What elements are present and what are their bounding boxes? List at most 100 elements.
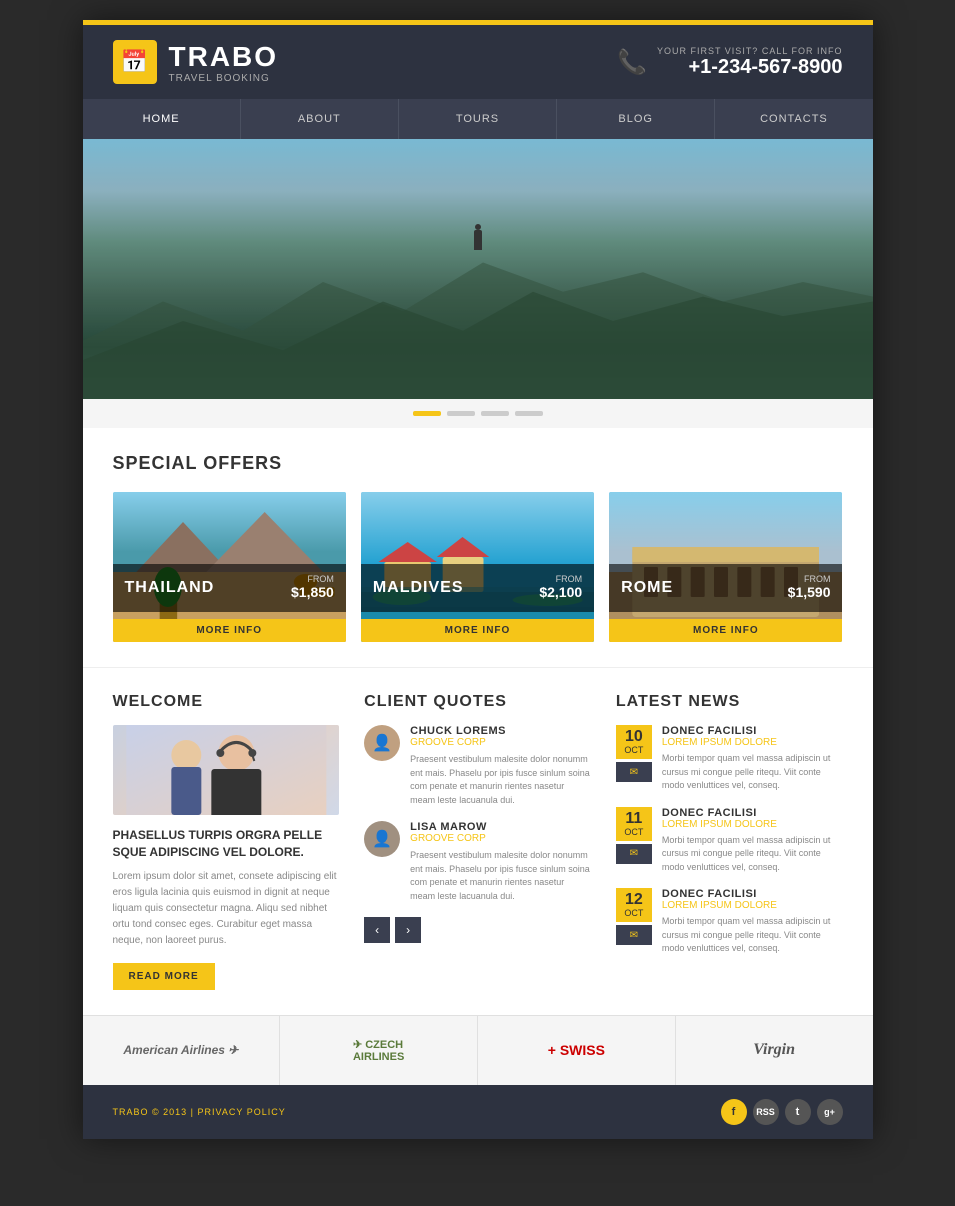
offer-price-val-maldives: $2,100 — [539, 584, 582, 600]
special-offers-section: SPECIAL OFFERS — [83, 428, 873, 667]
site-footer: TRABO © 2013 | PRIVACY POLICY f RSS t g+ — [83, 1085, 873, 1139]
site-name: TRABO — [169, 41, 279, 73]
partner-czech-airlines: ✈ CZECHAIRLINES — [280, 1016, 478, 1085]
quotes-col: CLIENT QUOTES 👤 CHUCK LOREMS GROOVE CORP… — [364, 693, 591, 990]
nav-home[interactable]: HOME — [83, 99, 241, 139]
social-facebook-button[interactable]: f — [721, 1099, 747, 1125]
social-twitter-button[interactable]: t — [785, 1099, 811, 1125]
dot-4[interactable] — [515, 411, 543, 416]
dot-1[interactable] — [413, 411, 441, 416]
quote-prev-button[interactable]: ‹ — [364, 917, 390, 943]
offer-from-maldives: FROM — [539, 574, 582, 584]
offer-btn-rome[interactable]: MORE INFO — [609, 619, 842, 642]
news-item-2: 11 OCT ✉ DONEC FACILISI LOREM IPSUM DOLO… — [616, 807, 843, 875]
nav-contacts[interactable]: CONTACTS — [715, 99, 872, 139]
site-header: 📅 TRABO TRAVEL BOOKING 📞 YOUR FIRST VISI… — [83, 25, 873, 99]
quote-avatar-1: 👤 — [364, 725, 400, 761]
offer-from-thailand: FROM — [291, 574, 334, 584]
quote-avatar-2: 👤 — [364, 821, 400, 857]
news-text-1: Morbi tempor quam vel massa adipiscin ut… — [662, 752, 843, 793]
quote-name-2: LISA MAROW — [410, 821, 591, 833]
footer-social: f RSS t g+ — [721, 1099, 843, 1125]
news-content-1: DONEC FACILISI LOREM IPSUM DOLORE Morbi … — [662, 725, 843, 793]
news-day-1: 10 — [624, 729, 644, 745]
news-title: LATEST NEWS — [616, 693, 843, 711]
phone-icon: 📞 — [617, 48, 647, 77]
social-googleplus-button[interactable]: g+ — [817, 1099, 843, 1125]
news-date-col-3: 12 OCT ✉ — [616, 888, 652, 945]
dot-2[interactable] — [447, 411, 475, 416]
offer-price-thailand: FROM $1,850 — [291, 574, 334, 602]
nav-blog[interactable]: BLOG — [557, 99, 715, 139]
quote-name-1: CHUCK LOREMS — [410, 725, 591, 737]
news-icon-1: ✉ — [616, 762, 652, 782]
welcome-subtitle: PHASELLUS TURPIS ORGRA PELLE SQUE ADIPIS… — [113, 827, 340, 861]
three-col-section: WELCOME — [83, 667, 873, 1015]
news-title-2: DONEC FACILISI — [662, 807, 843, 819]
offer-price-rome: FROM $1,590 — [788, 574, 831, 602]
quote-company-1: GROOVE CORP — [410, 737, 591, 748]
footer-copy: TRABO © 2013 | PRIVACY POLICY — [113, 1107, 286, 1117]
main-nav: HOME ABOUT TOURS BLOG CONTACTS — [83, 99, 873, 139]
news-month-2: OCT — [624, 827, 644, 837]
news-badge-1: 10 OCT — [616, 725, 652, 759]
news-icon-2: ✉ — [616, 844, 652, 864]
offer-card-maldives: MALDIVES FROM $2,100 MORE INFO — [361, 492, 594, 642]
mountain-svg — [83, 243, 873, 399]
quote-item-1: 👤 CHUCK LOREMS GROOVE CORP Praesent vest… — [364, 725, 591, 807]
news-content-3: DONEC FACILISI LOREM IPSUM DOLORE Morbi … — [662, 888, 843, 956]
nav-about[interactable]: ABOUT — [241, 99, 399, 139]
news-day-3: 12 — [624, 892, 644, 908]
logo-area: 📅 TRABO TRAVEL BOOKING — [113, 40, 279, 84]
news-day-2: 11 — [624, 811, 644, 827]
news-month-3: OCT — [624, 908, 644, 918]
offer-from-rome: FROM — [788, 574, 831, 584]
footer-copy-text: © 2013 | PRIVACY POLICY — [152, 1107, 286, 1117]
social-rss-button[interactable]: RSS — [753, 1099, 779, 1125]
partners-section: American Airlines ✈ ✈ CZECHAIRLINES + SW… — [83, 1015, 873, 1085]
offer-card-rome: ROME FROM $1,590 MORE INFO — [609, 492, 842, 642]
news-icon-3: ✉ — [616, 925, 652, 945]
welcome-title: WELCOME — [113, 693, 340, 711]
site-tagline: TRAVEL BOOKING — [169, 73, 279, 84]
news-title-1: DONEC FACILISI — [662, 725, 843, 737]
quote-company-2: GROOVE CORP — [410, 833, 591, 844]
offer-name-rome: ROME — [621, 579, 673, 597]
offer-label-rome: ROME FROM $1,590 — [609, 564, 842, 612]
read-more-button[interactable]: READ MORE — [113, 963, 215, 990]
offer-label-maldives: MALDIVES FROM $2,100 — [361, 564, 594, 612]
news-item-1: 10 OCT ✉ DONEC FACILISI LOREM IPSUM DOLO… — [616, 725, 843, 793]
offer-btn-maldives[interactable]: MORE INFO — [361, 619, 594, 642]
offer-name-maldives: MALDIVES — [373, 579, 464, 597]
footer-brand: TRABO — [113, 1107, 149, 1117]
nav-tours[interactable]: TOURS — [399, 99, 557, 139]
slider-dots — [83, 399, 873, 428]
news-date-col-2: 11 OCT ✉ — [616, 807, 652, 864]
contact-area: 📞 YOUR FIRST VISIT? CALL FOR INFO +1-234… — [617, 46, 842, 79]
news-title-3: DONEC FACILISI — [662, 888, 843, 900]
news-content-2: DONEC FACILISI LOREM IPSUM DOLORE Morbi … — [662, 807, 843, 875]
news-date-col-1: 10 OCT ✉ — [616, 725, 652, 782]
quote-next-button[interactable]: › — [395, 917, 421, 943]
news-badge-2: 11 OCT — [616, 807, 652, 841]
welcome-body: Lorem ipsum dolor sit amet, consete adip… — [113, 869, 340, 949]
news-text-2: Morbi tempor quam vel massa adipiscin ut… — [662, 834, 843, 875]
logo-text-area: TRABO TRAVEL BOOKING — [169, 41, 279, 84]
offer-btn-thailand[interactable]: MORE INFO — [113, 619, 346, 642]
welcome-col: WELCOME — [113, 693, 340, 990]
quote-navigation: ‹ › — [364, 917, 591, 943]
quote-content-1: CHUCK LOREMS GROOVE CORP Praesent vestib… — [410, 725, 591, 807]
welcome-image — [113, 725, 340, 815]
news-subtitle-2: LOREM IPSUM DOLORE — [662, 819, 843, 830]
swiss-logo: + SWISS — [548, 1042, 605, 1058]
american-airlines-logo: American Airlines ✈ — [123, 1043, 238, 1057]
news-month-1: OCT — [624, 745, 644, 755]
partner-american-airlines: American Airlines ✈ — [83, 1016, 281, 1085]
hero-banner — [83, 139, 873, 399]
quote-item-2: 👤 LISA MAROW GROOVE CORP Praesent vestib… — [364, 821, 591, 903]
logo-icon: 📅 — [113, 40, 157, 84]
news-badge-3: 12 OCT — [616, 888, 652, 922]
contact-text: YOUR FIRST VISIT? CALL FOR INFO +1-234-5… — [657, 46, 843, 79]
offer-price-maldives: FROM $2,100 — [539, 574, 582, 602]
dot-3[interactable] — [481, 411, 509, 416]
